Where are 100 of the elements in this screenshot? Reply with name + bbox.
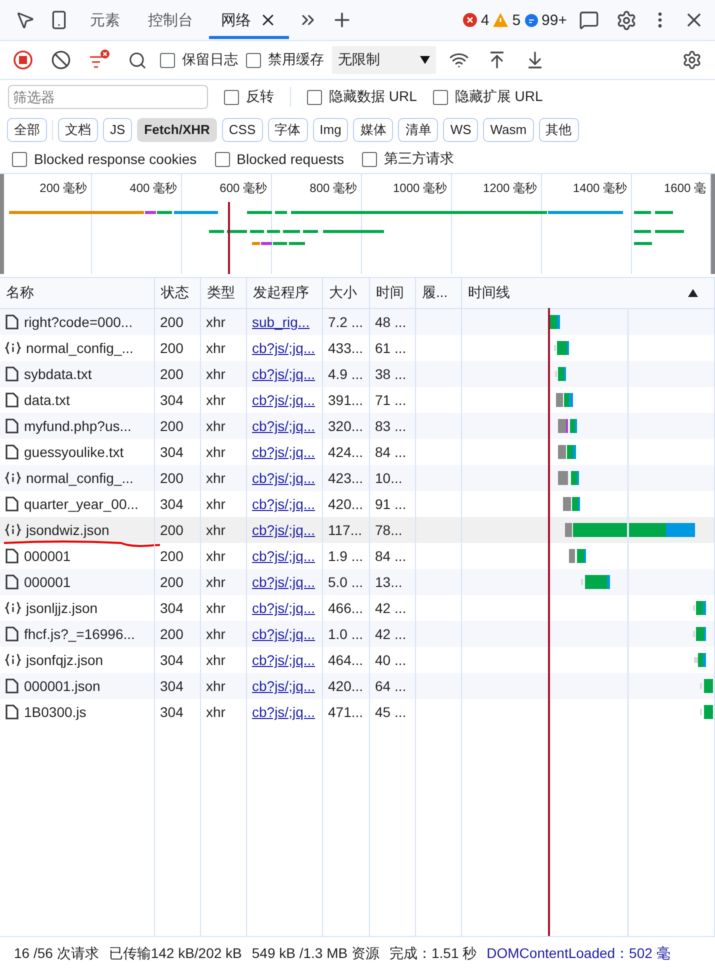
file-icon [5,678,19,694]
time-tick-label: 800 毫秒 [310,180,358,197]
request-row[interactable]: sybdata.txt 200 xhr cb?js/;jq... 4.9 ... 38 ... [0,361,715,387]
status-code: 304 [160,704,184,720]
status-code: 304 [160,678,184,694]
type-filter-chip[interactable]: WS [443,118,478,142]
column-header[interactable]: 发起程序 [247,278,323,308]
type-filter-chip[interactable]: CSS [222,118,263,142]
column-header[interactable]: 履... [416,278,462,308]
filter-field[interactable]: 筛选器 [8,85,208,109]
time-tick-label: 1400 毫秒 [572,180,628,197]
request-row[interactable]: normal_config_... 200 xhr cb?js/;jq... 423... 10... [0,465,715,491]
time-value: 84 ... [375,444,406,460]
size-value: 423... [328,470,364,486]
column-header[interactable]: 类型 [201,278,247,308]
time-tick-label: 1200 毫秒 [482,180,538,197]
type-filter-chip[interactable]: 清单 [398,118,438,142]
panel-tab[interactable]: 控制台 [136,1,205,39]
request-type: xhr [206,392,226,408]
request-row[interactable]: myfund.php?us... 200 xhr cb?js/;jq... 320... 83 ... [0,413,715,439]
type-filter-chip[interactable]: 文档 [58,118,98,142]
type-filter-chip[interactable]: 字体 [268,118,308,142]
transferred-size: 已传输142 kB/202 kB [108,944,242,962]
initiator-link[interactable]: cb?js/;jq... [252,600,316,616]
initiator-link[interactable]: cb?js/;jq... [252,444,316,460]
caret-icon [420,56,430,64]
request-row[interactable]: 000001.json 304 xhr cb?js/;jq... 420... 64 ... [0,673,715,699]
size-value: 1.9 ... [328,548,364,564]
status-code: 200 [160,574,184,590]
waterfall-bar-drawing [694,653,706,667]
request-name: 000001.json [24,678,100,694]
column-header[interactable]: 时间线 [462,278,715,308]
time-tick-label: 400 毫秒 [130,180,178,197]
initiator-link[interactable]: cb?js/;jq... [252,418,316,434]
throttling-dropdown[interactable]: 无限制 [332,46,436,74]
checkbox[interactable]: 隐藏扩展 URL [432,88,543,106]
column-header[interactable]: 时间 [370,278,416,308]
message-count[interactable]: 99+ [524,12,567,28]
file-icon [5,314,19,330]
waterfall-bar-drawing [558,445,576,459]
type-filter-chip[interactable]: Wasm [483,118,534,142]
json-icon [5,523,21,537]
size-value: 424... [328,444,364,460]
size-value: 420... [328,678,364,694]
type-filter-chip[interactable]: Img [312,118,348,142]
initiator-link[interactable]: cb?js/;jq... [252,652,316,668]
checkbox[interactable]: Blocked response cookies [12,151,197,167]
request-row[interactable]: right?code=000... 200 xhr sub_rig... 7.2 ... 48 ... [0,309,715,335]
initiator-link[interactable]: cb?js/;jq... [252,340,316,356]
initiator-link[interactable]: cb?js/;jq... [252,496,316,512]
initiator-link[interactable]: cb?js/;jq... [252,574,316,590]
time-tick-label: 1000 毫秒 [392,180,448,197]
initiator-link[interactable]: cb?js/;jq... [252,522,316,538]
panel-tab[interactable]: 网络 [209,1,289,39]
time-tick-label: 1600 毫 [664,180,707,197]
time-value: 83 ... [375,418,406,434]
request-row[interactable]: fhcf.js?_=16996... 200 xhr cb?js/;jq... 1.0 ... 42 ... [0,621,715,647]
warning-count[interactable]: 5 [493,12,521,28]
time-value: 48 ... [375,314,406,330]
file-icon [5,366,19,382]
type-filter-chip[interactable]: JS [103,118,132,142]
time-value: 78... [375,522,402,538]
checkbox[interactable]: 第三方请求 [362,150,454,168]
initiator-link[interactable]: cb?js/;jq... [252,678,316,694]
request-name: quarter_year_00... [24,496,138,512]
checkbox[interactable]: Blocked requests [214,151,344,167]
checkbox[interactable]: 反转 [224,88,274,106]
request-type: xhr [206,704,226,720]
initiator-link[interactable]: cb?js/;jq... [252,366,316,382]
waterfall-bar-drawing [693,627,706,641]
request-name: normal_config_... [26,470,134,486]
file-icon [5,548,19,564]
initiator-link[interactable]: cb?js/;jq... [252,626,316,642]
request-name: jsonfqjz.json [26,652,104,668]
time-value: 40 ... [375,652,406,668]
column-header[interactable]: 大小 [323,278,370,308]
checkbox[interactable]: 禁用缓存 [246,51,324,69]
initiator-link[interactable]: cb?js/;jq... [252,548,316,564]
waterfall-bar-drawing [700,679,713,693]
request-name: 000001 [24,548,71,564]
panel-tab[interactable]: 元素 [78,1,132,39]
request-row[interactable]: 000001 200 xhr cb?js/;jq... 5.0 ... 13... [0,569,715,595]
column-header[interactable]: 名称 [0,278,155,308]
checkbox[interactable]: 保留日志 [160,51,238,69]
type-filter-chip[interactable]: 媒体 [353,118,394,142]
type-filter-chip[interactable]: 全部 [7,118,47,142]
initiator-link[interactable]: sub_rig... [252,314,310,330]
initiator-link[interactable]: cb?js/;jq... [252,392,316,408]
request-type: xhr [206,522,226,538]
initiator-link[interactable]: cb?js/;jq... [252,704,316,720]
waterfall-bar-drawing [700,705,713,719]
request-count: 16 /56 次请求 [14,944,99,962]
error-count[interactable]: 4 [462,12,490,28]
time-value: 84 ... [375,548,406,564]
checkbox[interactable]: 隐藏数据 URL [307,88,417,106]
type-filter-chip[interactable]: 其他 [538,118,579,142]
type-filter-chip[interactable]: Fetch/XHR [137,118,217,142]
column-header[interactable]: 状态 [155,278,201,308]
time-value: 38 ... [375,366,406,382]
initiator-link[interactable]: cb?js/;jq... [252,470,316,486]
